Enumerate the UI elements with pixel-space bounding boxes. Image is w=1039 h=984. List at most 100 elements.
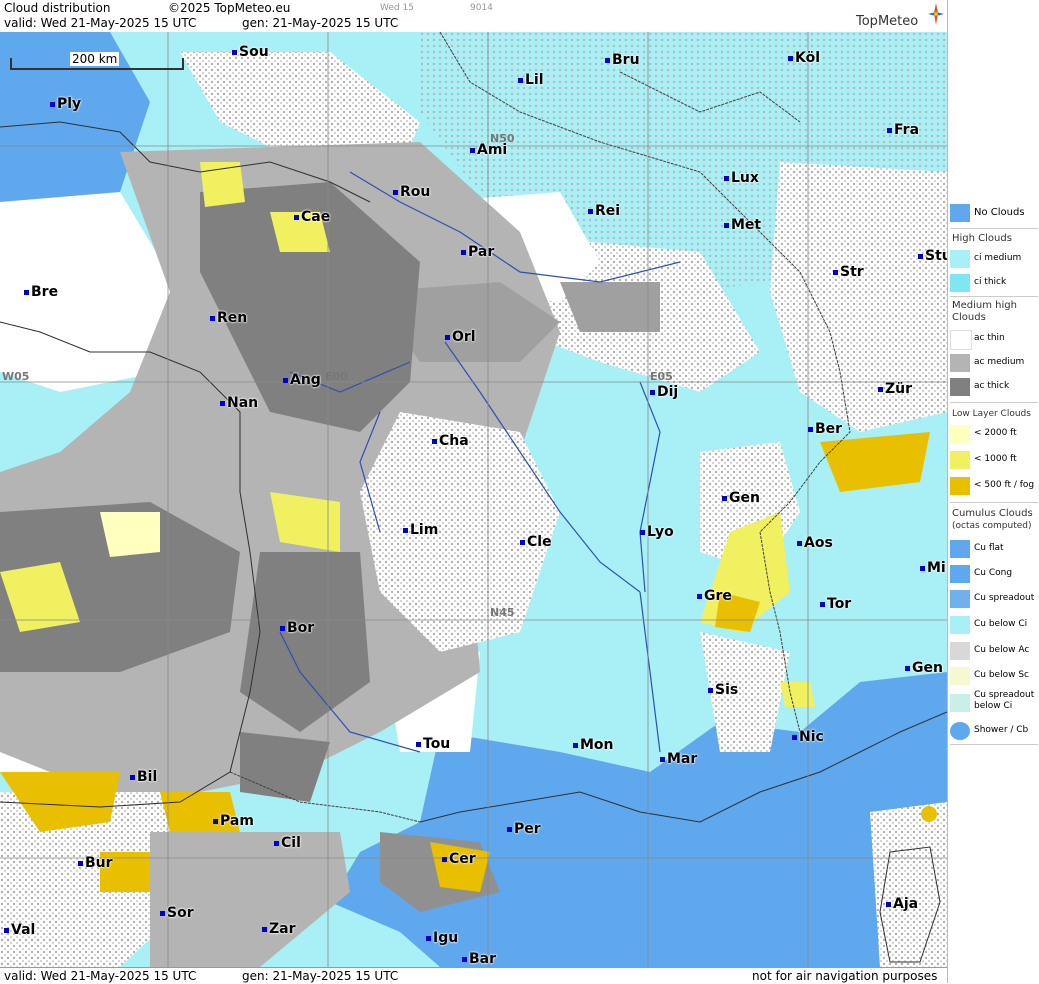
grid-label: E00 <box>325 370 348 383</box>
city-label: Aos <box>797 535 833 551</box>
city-name: Cle <box>527 534 552 550</box>
city-name: Mil <box>927 560 947 576</box>
city-label: Rou <box>393 184 430 200</box>
legend-low-2000: < 2000 ft <box>950 423 1038 445</box>
legend-label: ci medium <box>974 253 1022 263</box>
city-marker-icon <box>588 208 593 214</box>
city-name: Zür <box>885 381 913 397</box>
city-name: Val <box>11 922 36 938</box>
legend-low-1000: < 1000 ft <box>950 449 1038 471</box>
city-name: Cae <box>301 209 331 225</box>
city-name: Bil <box>137 769 158 785</box>
city-marker-icon <box>697 593 702 599</box>
city-name: Mon <box>580 737 614 753</box>
legend-panel: No Clouds High Clouds ci medium ci thick… <box>947 0 1039 983</box>
city-name: Cha <box>439 433 469 449</box>
city-label: Ren <box>210 310 247 326</box>
legend-cu-spreadout-below-ci: Cu spreadout below Ci <box>950 690 1038 718</box>
legend-label: No Clouds <box>974 207 1025 218</box>
city-name: Lux <box>731 170 759 186</box>
legend-divider <box>950 296 1038 297</box>
legend-divider <box>950 502 1038 503</box>
city-label: Bur <box>78 855 113 871</box>
city-label: Sou <box>232 44 269 60</box>
legend-label: Cu spreadout below Ci <box>974 690 1035 711</box>
legend-swatch <box>950 425 970 443</box>
city-marker-icon <box>905 665 910 671</box>
city-name: Ber <box>815 421 843 437</box>
city-marker-icon <box>650 389 655 395</box>
legend-swatch <box>950 204 970 222</box>
city-name: Str <box>840 264 864 280</box>
city-marker-icon <box>878 386 883 392</box>
city-name: Bar <box>469 951 497 967</box>
city-marker-icon <box>518 77 523 83</box>
legend-ac-medium: ac medium <box>950 352 1038 374</box>
footer-generated-time: gen: 21-May-2025 15 UTC <box>242 969 399 983</box>
city-label: Bre <box>24 284 58 300</box>
grid-label: W05 <box>2 370 30 383</box>
city-name: Tor <box>827 596 852 612</box>
city-label: Lim <box>403 522 438 538</box>
city-label: Lyo <box>640 524 674 540</box>
city-marker-icon <box>605 57 610 63</box>
city-marker-icon <box>262 926 267 932</box>
legend-ci-thick: ci thick <box>950 272 1038 294</box>
legend-cu-below-ci: Cu below Ci <box>950 614 1038 636</box>
legend-swatch <box>950 722 970 740</box>
city-name: Tou <box>423 736 451 752</box>
city-label: Nan <box>220 395 258 411</box>
city-label: Tou <box>416 736 450 752</box>
city-label: Ply <box>50 96 81 112</box>
city-marker-icon <box>210 315 215 321</box>
city-marker-icon <box>708 687 713 693</box>
city-label: Aja <box>886 896 918 912</box>
legend-cu-flat: Cu flat <box>950 538 1038 560</box>
legend-cu-below-sc: Cu below Sc <box>950 665 1038 687</box>
city-name: Ami <box>477 142 508 158</box>
map-title: Cloud distribution <box>4 1 111 15</box>
city-marker-icon <box>220 400 225 406</box>
city-marker-icon <box>920 565 925 571</box>
city-name: Per <box>514 821 541 837</box>
legend-label: < 500 ft / fog <box>974 480 1035 490</box>
city-label: Bor <box>280 620 314 636</box>
city-label: Cae <box>294 209 330 225</box>
legend-swatch <box>950 477 970 495</box>
legend-cu-subtitle: (octas computed) <box>952 521 1032 531</box>
compass-logo-icon <box>928 3 944 25</box>
city-name: Ply <box>57 96 82 112</box>
city-marker-icon <box>280 625 285 631</box>
city-label: Sis <box>708 682 738 698</box>
city-label: Dij <box>650 384 678 400</box>
city-label: Sor <box>160 905 194 921</box>
city-marker-icon <box>833 269 838 275</box>
legend-ac-thin: ac thin <box>950 328 1038 350</box>
city-label: Igu <box>426 930 458 946</box>
legend-swatch <box>950 616 970 634</box>
city-label: Gre <box>697 588 732 604</box>
city-marker-icon <box>432 438 437 444</box>
footer-valid-time: valid: Wed 21-May-2025 15 UTC <box>4 969 197 983</box>
city-name: Met <box>731 217 762 233</box>
city-label: Fra <box>887 122 919 138</box>
legend-swatch <box>950 451 970 469</box>
city-label: Ami <box>470 142 507 158</box>
grid-label: N45 <box>490 606 515 619</box>
legend-divider <box>950 228 1038 229</box>
city-name: Orl <box>452 329 476 345</box>
city-marker-icon <box>660 756 665 762</box>
cloud-map[interactable]: 200 km N50 N45 W05 E00 E05 Sou Bru Köl Ply L… <box>0 32 947 967</box>
city-label: Rei <box>588 203 620 219</box>
legend-label: Cu below Ci <box>974 619 1028 629</box>
brand-logo-text[interactable]: TopMeteo <box>856 14 918 29</box>
city-name: Köl <box>795 50 821 66</box>
city-name: Gen <box>729 490 760 506</box>
legend-label: Cu below Ac <box>974 645 1030 655</box>
city-name: Gen <box>912 660 943 676</box>
generated-time: gen: 21-May-2025 15 UTC <box>242 16 399 30</box>
city-name: Lil <box>525 72 544 88</box>
legend-label: < 2000 ft <box>974 428 1017 438</box>
legend-swatch <box>950 274 970 292</box>
city-marker-icon <box>724 175 729 181</box>
